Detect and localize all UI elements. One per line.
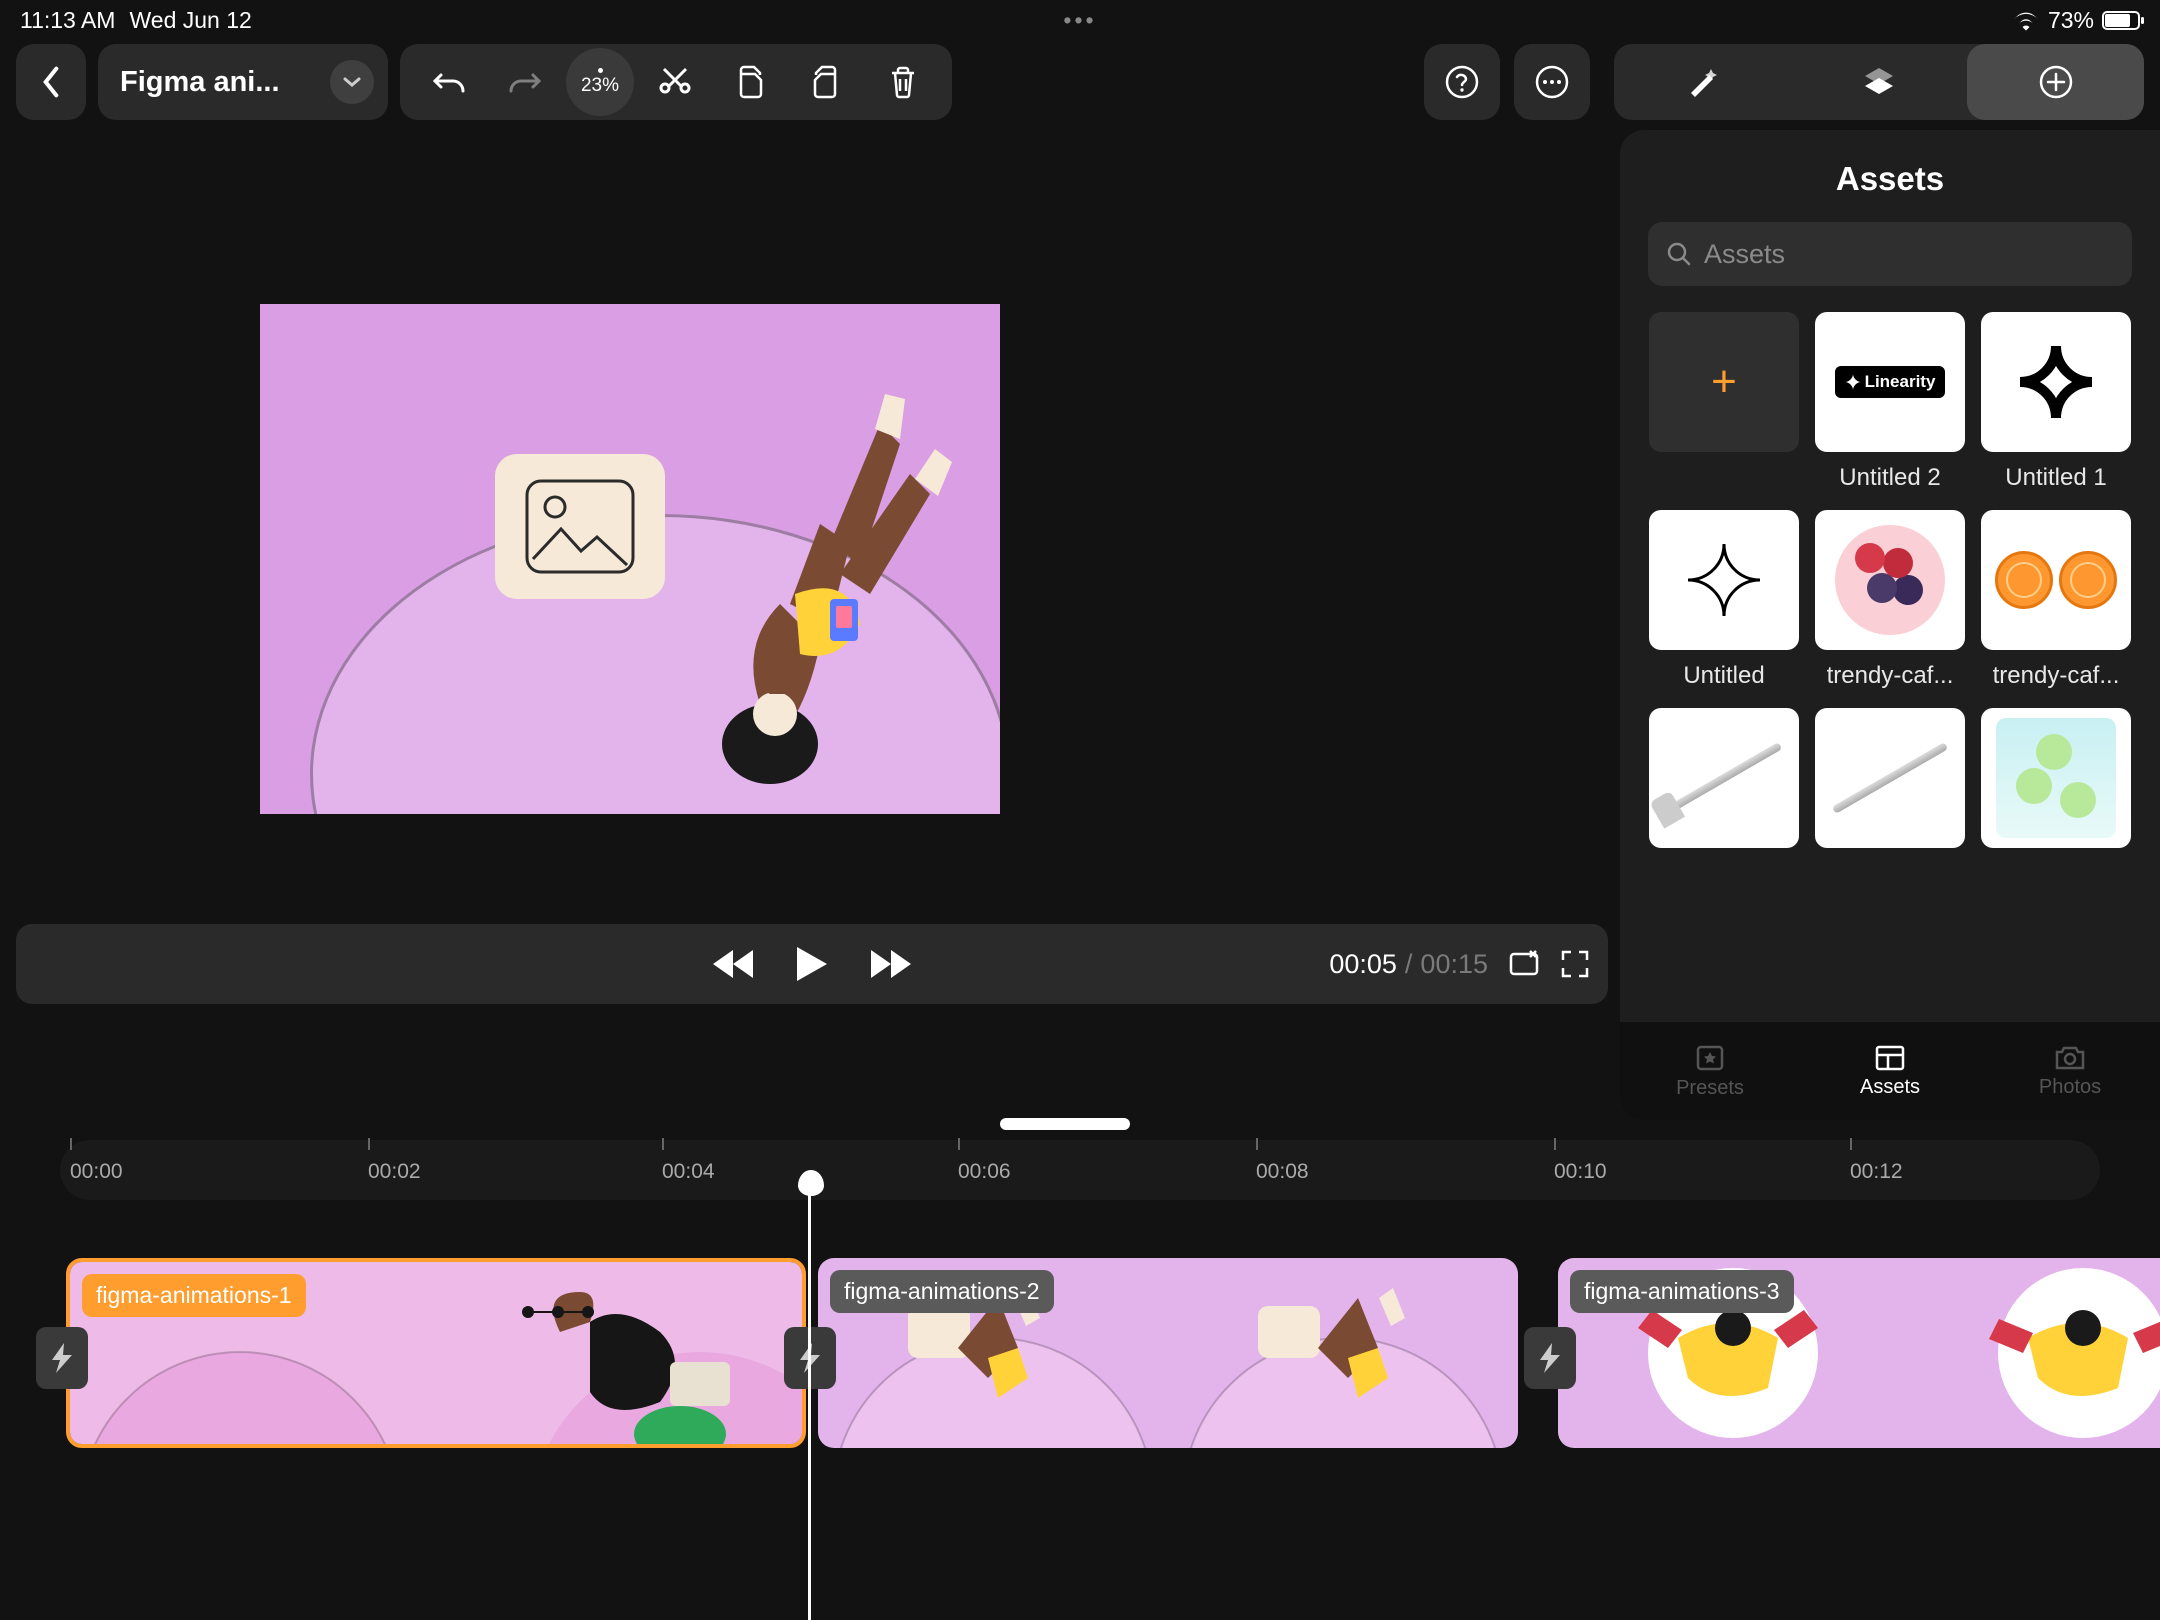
clip-2[interactable]: figma-animations-2	[818, 1258, 1518, 1448]
search-placeholder: Assets	[1704, 239, 1785, 270]
transition-bolt-icon[interactable]	[36, 1327, 88, 1389]
forward-button[interactable]	[867, 947, 911, 981]
assets-panel-title: Assets	[1648, 160, 2132, 198]
right-panel-tabs	[1614, 44, 2144, 120]
playback-bar: 00:05 / 00:15	[16, 924, 1608, 1004]
illustration-figure	[700, 344, 960, 784]
add-asset-button[interactable]: +	[1649, 312, 1799, 452]
status-bar: 11:13 AM Wed Jun 12 ••• 73%	[0, 0, 2160, 40]
copy-button[interactable]	[716, 52, 786, 112]
loop-button[interactable]	[1508, 949, 1540, 979]
asset-thumb-knife[interactable]	[1815, 708, 1965, 848]
bottom-tab-presets[interactable]: Presets	[1620, 1022, 1800, 1120]
asset-thumb-linearity[interactable]: Linearity	[1815, 312, 1965, 452]
asset-label: Untitled	[1683, 662, 1764, 690]
asset-thumb-fork[interactable]	[1649, 708, 1799, 848]
playhead-line	[808, 1195, 811, 1620]
asset-label: trendy-caf...	[1993, 662, 2120, 690]
rewind-button[interactable]	[713, 947, 757, 981]
status-time: 11:13 AM	[20, 7, 115, 34]
more-button[interactable]	[1514, 44, 1590, 120]
panel-tab-effects[interactable]	[1614, 44, 1791, 120]
clip-label: figma-animations-2	[830, 1270, 1054, 1313]
asset-label: Untitled 1	[2005, 464, 2106, 492]
help-button[interactable]	[1424, 44, 1500, 120]
edit-tool-group: 23%	[400, 44, 952, 120]
asset-label: Untitled 2	[1839, 464, 1940, 492]
ruler-tick: 00:08	[1256, 1160, 1309, 1184]
asset-label: trendy-caf...	[1827, 662, 1954, 690]
clip-label: figma-animations-1	[82, 1274, 306, 1317]
project-title-label: Figma ani...	[120, 66, 280, 99]
toolbar: Figma ani... 23%	[0, 40, 2160, 124]
status-date: Wed Jun 12	[129, 7, 251, 34]
search-icon	[1666, 241, 1692, 267]
assets-panel: Assets Assets + Linearity Untitled 2 Unt…	[1620, 130, 2160, 1120]
multitask-dots-icon[interactable]: •••	[1063, 7, 1096, 34]
image-placeholder-icon	[495, 454, 665, 599]
timeline: 00:00 00:02 00:04 00:06 00:08 00:10 00:1…	[0, 1130, 2160, 1620]
ruler-tick: 00:06	[958, 1160, 1011, 1184]
redo-button[interactable]	[490, 52, 560, 112]
bottom-tab-photos[interactable]: Photos	[1980, 1022, 2160, 1120]
clip-3[interactable]: figma-animations-3	[1558, 1258, 2160, 1448]
total-duration: 00:15	[1420, 949, 1488, 980]
asset-thumb-oranges[interactable]	[1981, 510, 2131, 650]
scroll-indicator[interactable]	[1000, 1118, 1130, 1130]
clips-track: figma-animations-1 figma-anim	[0, 1258, 2160, 1458]
ruler-tick: 00:12	[1850, 1160, 1903, 1184]
ruler-tick: 00:02	[368, 1160, 421, 1184]
fullscreen-button[interactable]	[1560, 949, 1590, 979]
asset-thumb-diamond[interactable]	[1981, 312, 2131, 452]
panel-tab-layers[interactable]	[1791, 44, 1968, 120]
project-title-dropdown[interactable]: Figma ani...	[98, 44, 388, 120]
transition-bolt-icon[interactable]	[1524, 1327, 1576, 1389]
playback-time: 00:05 / 00:15	[1329, 949, 1488, 980]
back-button[interactable]	[16, 44, 86, 120]
delete-button[interactable]	[868, 52, 938, 112]
panel-tab-add[interactable]	[1967, 44, 2144, 120]
clip-label: figma-animations-3	[1570, 1270, 1794, 1313]
asset-thumb-glass[interactable]	[1981, 708, 2131, 848]
paste-button[interactable]	[792, 52, 862, 112]
chevron-down-icon	[330, 60, 374, 104]
ruler-tick: 00:00	[70, 1160, 123, 1184]
ruler-tick: 00:10	[1554, 1160, 1607, 1184]
clip-1[interactable]: figma-animations-1	[66, 1258, 806, 1448]
battery-icon	[2102, 11, 2140, 30]
wifi-icon	[2012, 9, 2040, 31]
plus-icon: +	[1711, 357, 1737, 407]
battery-percent: 73%	[2048, 7, 2094, 34]
timeline-ruler[interactable]: 00:00 00:02 00:04 00:06 00:08 00:10 00:1…	[60, 1140, 2100, 1200]
asset-thumb-fruit-bowl[interactable]	[1815, 510, 1965, 650]
zoom-percent: 23%	[581, 75, 619, 97]
bottom-tab-assets[interactable]: Assets	[1800, 1022, 1980, 1120]
canvas-preview[interactable]	[260, 304, 1000, 814]
zoom-indicator[interactable]: 23%	[566, 48, 634, 116]
undo-button[interactable]	[414, 52, 484, 112]
current-time: 00:05	[1329, 949, 1397, 980]
playhead-handle[interactable]	[798, 1170, 824, 1196]
cut-button[interactable]	[640, 52, 710, 112]
assets-grid: + Linearity Untitled 2 Untitled 1 Untitl…	[1648, 312, 2132, 860]
asset-thumb-diamond-outline[interactable]	[1649, 510, 1799, 650]
play-button[interactable]	[795, 945, 829, 983]
ruler-tick: 00:04	[662, 1160, 715, 1184]
assets-search-input[interactable]: Assets	[1648, 222, 2132, 286]
assets-panel-bottom-tabs: Presets Assets Photos	[1620, 1022, 2160, 1120]
